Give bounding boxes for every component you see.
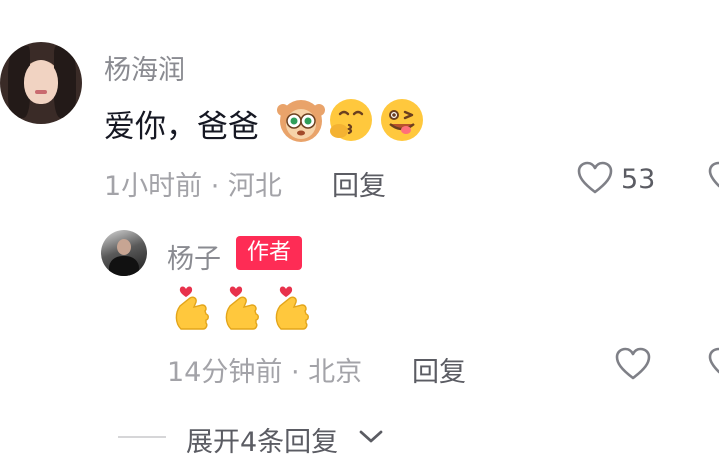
reply-meta: 14分钟前 · 北京 (167, 357, 363, 388)
wink-tongue-emoji-icon (381, 99, 423, 141)
comment-username[interactable]: 杨海润 (104, 48, 185, 87)
reply-dislike-icon[interactable] (706, 347, 719, 381)
reply-like-heart-icon[interactable] (615, 347, 651, 381)
expand-divider (118, 436, 166, 438)
comment-text: 爱你，爸爸 (104, 109, 259, 145)
dislike-icon[interactable] (706, 161, 719, 195)
finger-heart-emoji-icon (275, 286, 309, 330)
finger-heart-emoji-icon (225, 286, 259, 330)
avatar-body (109, 256, 139, 276)
reply-username[interactable]: 杨子 (167, 237, 221, 276)
author-badge: 作者 (236, 236, 302, 270)
reply-reply-button[interactable]: 回复 (412, 350, 466, 389)
avatar[interactable] (0, 42, 82, 124)
kiss-emoji-icon (330, 99, 372, 141)
avatar-head (117, 239, 131, 255)
reply-avatar[interactable] (101, 230, 147, 276)
finger-heart-emoji-icon (175, 286, 209, 330)
like-count: 53 (621, 164, 656, 195)
reply-button[interactable]: 回复 (332, 164, 386, 203)
avatar-lips (35, 90, 47, 94)
avatar-face (24, 60, 58, 104)
chevron-down-icon[interactable] (358, 428, 384, 446)
comment-meta: 1小时前 · 河北 (104, 171, 282, 202)
monkey-emoji-icon (277, 100, 325, 142)
expand-replies-button[interactable]: 展开4条回复 (186, 420, 338, 459)
like-heart-icon[interactable] (577, 161, 613, 195)
